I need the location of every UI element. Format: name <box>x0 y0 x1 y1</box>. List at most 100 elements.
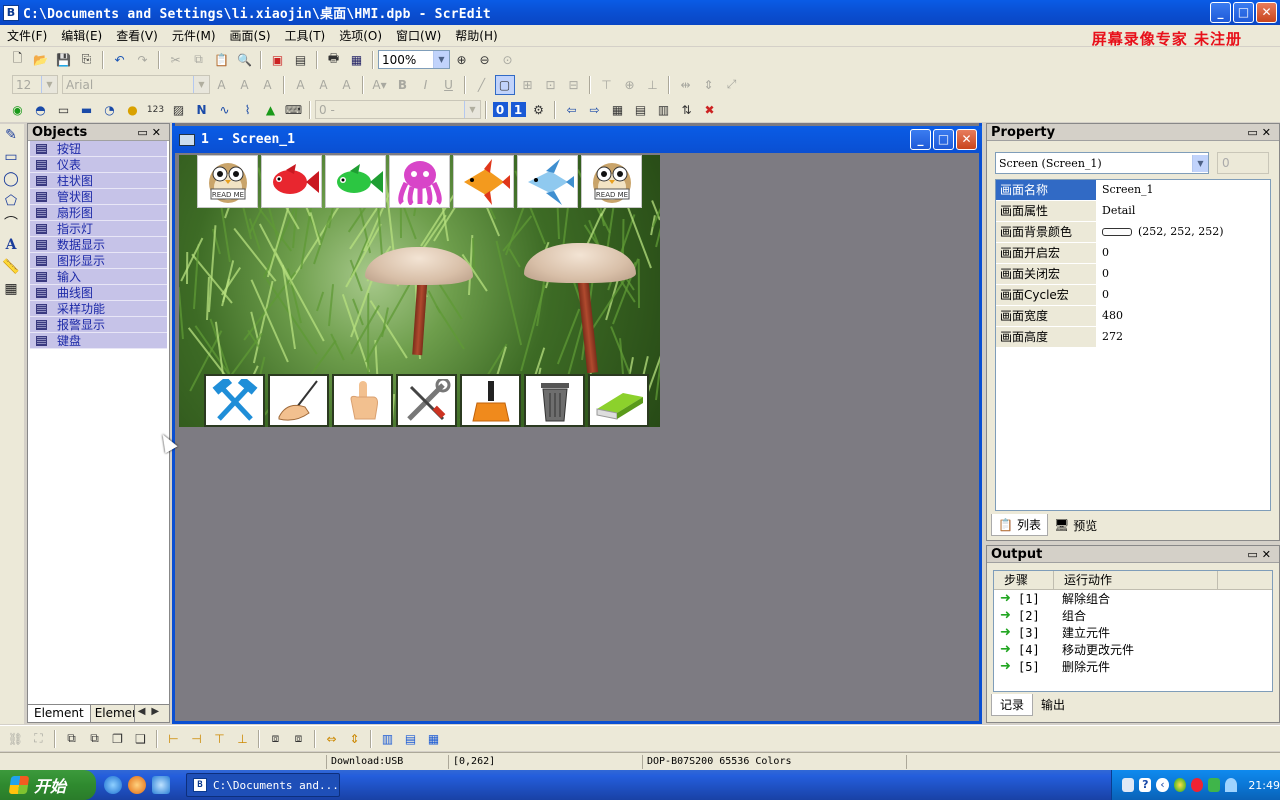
line-tool-icon[interactable]: ╱ <box>472 75 492 95</box>
object-item[interactable]: 曲线图 <box>30 285 167 301</box>
align-left-icon[interactable]: ⊢ <box>164 729 184 749</box>
property-value[interactable]: 0 <box>1096 243 1270 264</box>
transfer-icon[interactable]: ⇅ <box>677 100 697 120</box>
close-icon[interactable]: ✕ <box>1262 548 1275 561</box>
screen-minimize-button[interactable]: _ <box>910 129 931 150</box>
property-row[interactable]: 画面属性 Detail <box>996 201 1270 222</box>
object-item[interactable]: 图形显示 <box>30 253 167 269</box>
alarm-display-icon[interactable]: ▲ <box>261 100 281 120</box>
menu-element[interactable]: 元件(M) <box>165 27 223 44</box>
tab-element-2[interactable]: Element <box>91 705 135 722</box>
menu-file[interactable]: 文件(F) <box>0 27 54 44</box>
keyboard-tray-icon[interactable] <box>1122 778 1135 792</box>
zoom-in-icon[interactable]: ⊕ <box>452 50 472 70</box>
broom-button[interactable] <box>460 374 521 427</box>
property-value[interactable]: (252, 252, 252) <box>1096 222 1270 243</box>
copy-icon[interactable]: ⧉ <box>189 50 209 70</box>
text-valign-middle-icon[interactable]: A <box>314 75 334 95</box>
close-button[interactable]: ✕ <box>1256 2 1277 23</box>
redo-icon[interactable]: ↷ <box>133 50 153 70</box>
object-item[interactable]: 采样功能 <box>30 301 167 317</box>
save-icon[interactable]: 💾 <box>54 50 74 70</box>
media-player-icon[interactable] <box>128 776 146 794</box>
property-row[interactable]: 画面宽度 480 <box>996 306 1270 327</box>
numeric-input-icon[interactable]: N <box>192 100 212 120</box>
align-icon[interactable]: ⊞ <box>518 75 538 95</box>
minimize-button[interactable]: _ <box>1210 2 1231 23</box>
compile-all-icon[interactable]: ▦ <box>608 100 628 120</box>
angelfish-blue-button[interactable] <box>517 155 578 208</box>
property-row[interactable]: 画面关闭宏 0 <box>996 264 1270 285</box>
chevron-left-icon[interactable]: ‹ <box>1156 778 1169 792</box>
polygon-icon[interactable]: ⬠ <box>0 190 22 212</box>
maximize-button[interactable]: □ <box>1233 2 1254 23</box>
pencil-icon[interactable]: ✎ <box>0 124 22 146</box>
find-icon[interactable]: 🔍 <box>235 50 255 70</box>
column-action[interactable]: 运行动作 <box>1054 571 1218 589</box>
text-align-right-icon[interactable]: A <box>258 75 278 95</box>
wrench-screwdriver-button[interactable] <box>396 374 457 427</box>
property-row[interactable]: 画面背景颜色 (252, 252, 252) <box>996 222 1270 243</box>
align-middle-icon[interactable]: ⊕ <box>620 75 640 95</box>
text-valign-bottom-icon[interactable]: A <box>337 75 357 95</box>
same-size-icon[interactable]: ▦ <box>424 729 444 749</box>
object-item[interactable]: 扇形图 <box>30 205 167 221</box>
object-item[interactable]: 报警显示 <box>30 317 167 333</box>
tab-record[interactable]: 记录 <box>991 694 1034 716</box>
property-value[interactable]: 272 <box>1096 327 1270 348</box>
angelfish-orange-button[interactable] <box>453 155 514 208</box>
state-spinner[interactable]: 0 <box>1217 152 1269 174</box>
zoom-out-icon[interactable]: ⊖ <box>475 50 495 70</box>
app-icon[interactable]: B <box>3 4 19 21</box>
same-width-icon[interactable]: ▥ <box>378 729 398 749</box>
title-bar[interactable]: B C:\Documents and Settings\li.xiaojin\桌… <box>0 0 1280 25</box>
font-size-select[interactable]: 12 ▼ <box>12 75 58 94</box>
start-button[interactable]: 开始 <box>0 770 96 800</box>
object-item[interactable]: 键盘 <box>30 333 167 349</box>
zoom-fit-icon[interactable]: ⊙ <box>498 50 518 70</box>
trend-graph-icon[interactable]: ∿ <box>215 100 235 120</box>
state-select[interactable]: 0 - ▼ <box>315 100 481 119</box>
screen-canvas[interactable]: READ ME READ ME <box>179 155 660 427</box>
desktop-icon[interactable] <box>152 776 170 794</box>
eraser-button[interactable] <box>588 374 649 427</box>
align-center-icon[interactable]: ⊡ <box>541 75 561 95</box>
upload-icon[interactable]: ⇦ <box>562 100 582 120</box>
center-h-icon[interactable]: ⧈ <box>266 729 286 749</box>
column-step[interactable]: 步骤 <box>994 571 1054 589</box>
download-icon[interactable]: ⇨ <box>585 100 605 120</box>
screen-maximize-button[interactable]: □ <box>933 129 954 150</box>
object-item[interactable]: 按钮 <box>30 141 167 157</box>
text-valign-top-icon[interactable]: A <box>291 75 311 95</box>
property-value[interactable]: 0 <box>1096 264 1270 285</box>
tab-output[interactable]: 输出 <box>1033 694 1073 716</box>
property-value[interactable]: 0 <box>1096 285 1270 306</box>
output-row[interactable]: ➜ [2] 组合 <box>994 607 1272 624</box>
property-row[interactable]: 画面高度 272 <box>996 327 1270 348</box>
text-tool-icon[interactable]: A <box>0 234 22 256</box>
align-right-icon[interactable]: ⊟ <box>564 75 584 95</box>
lamp-element-icon[interactable]: ● <box>123 100 143 120</box>
readme-owl-button[interactable]: READ ME <box>581 155 642 208</box>
pipe-element-icon[interactable]: ▬ <box>77 100 97 120</box>
object-item[interactable]: 指示灯 <box>30 221 167 237</box>
align-bottom-icon[interactable]: ⊥ <box>643 75 663 95</box>
same-width-icon[interactable]: ⇹ <box>676 75 696 95</box>
output-row[interactable]: ➜ [3] 建立元件 <box>994 624 1272 641</box>
open-screen-icon[interactable]: ▤ <box>291 50 311 70</box>
tab-element[interactable]: Element <box>28 705 91 722</box>
align-top-icon[interactable]: ⊤ <box>597 75 617 95</box>
distribute-v-icon[interactable]: ⇕ <box>345 729 365 749</box>
scale-icon[interactable]: 📏 <box>0 256 22 278</box>
help-tray-icon[interactable]: ? <box>1139 778 1152 792</box>
new-screen-icon[interactable]: ▣ <box>268 50 288 70</box>
ie-icon[interactable] <box>104 776 122 794</box>
property-value[interactable]: Detail <box>1096 201 1270 222</box>
menu-help[interactable]: 帮助(H) <box>448 27 504 44</box>
bold-icon[interactable]: B <box>393 75 413 95</box>
screen-window-titlebar[interactable]: 1 - Screen_1 _ □ ✕ <box>172 126 982 153</box>
menu-screen[interactable]: 画面(S) <box>223 27 278 44</box>
simulate-icon[interactable]: ▤ <box>631 100 651 120</box>
property-value[interactable]: 480 <box>1096 306 1270 327</box>
open-folder-icon[interactable]: 📂 <box>31 50 51 70</box>
